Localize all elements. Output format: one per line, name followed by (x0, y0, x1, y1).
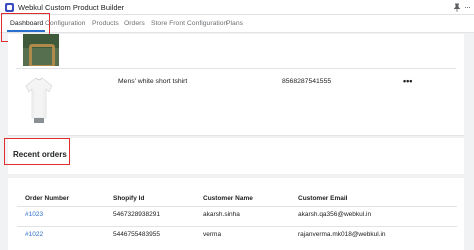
app-navigation: Dashboard Configuration Products Orders … (0, 15, 474, 33)
orders-table: Order Number Shopify Id Customer Name Cu… (8, 178, 464, 250)
tab-store-front-configuration[interactable]: Store Front Configuration (151, 19, 227, 29)
shopify-id: 5446755483955 (113, 231, 160, 238)
tab-products[interactable]: Products (92, 19, 119, 29)
row-divider (17, 226, 457, 227)
pin-icon[interactable] (453, 3, 461, 12)
customer-name: akarsh.sinha (203, 211, 240, 218)
header-divider (17, 206, 457, 207)
customer-email: akarsh.qa356@webkul.in (298, 211, 372, 218)
row-actions-icon[interactable]: ••• (403, 76, 412, 86)
column-header-customer-email: Customer Email (298, 195, 348, 202)
app-logo-icon (5, 3, 14, 12)
main-content: Mens' white short tshirt 8568287541555 •… (0, 34, 474, 250)
column-header-customer-name: Customer Name (203, 195, 253, 202)
section-title: Recent orders (13, 150, 67, 159)
shopify-id: 5467328938291 (113, 211, 160, 218)
more-options-icon[interactable]: ··· (464, 0, 471, 14)
tab-configuration[interactable]: Configuration (45, 19, 85, 29)
order-number-link[interactable]: #1022 (25, 231, 43, 238)
customer-email: rajanverma.mk018@webkul.in (298, 231, 386, 238)
row-divider (16, 68, 456, 69)
tshirt-image (22, 74, 56, 124)
column-header-order-number: Order Number (25, 195, 70, 202)
product-thumbnail (23, 34, 59, 66)
tab-dashboard[interactable]: Dashboard (10, 19, 43, 29)
customer-name: verma (203, 231, 222, 238)
active-tab-indicator (7, 30, 45, 32)
product-name: Mens' white short tshirt (118, 78, 188, 85)
recent-orders-header: Recent orders (8, 138, 464, 174)
product-id: 8568287541555 (282, 78, 332, 85)
order-number-link[interactable]: #1023 (25, 211, 43, 218)
title-bar: Webkul Custom Product Builder ··· (0, 0, 474, 15)
tab-plans[interactable]: Plans (226, 19, 243, 29)
tab-orders[interactable]: Orders (124, 19, 145, 29)
app-title: Webkul Custom Product Builder (18, 3, 125, 12)
products-card: Mens' white short tshirt 8568287541555 •… (8, 34, 464, 136)
column-header-shopify-id: Shopify Id (113, 195, 145, 202)
